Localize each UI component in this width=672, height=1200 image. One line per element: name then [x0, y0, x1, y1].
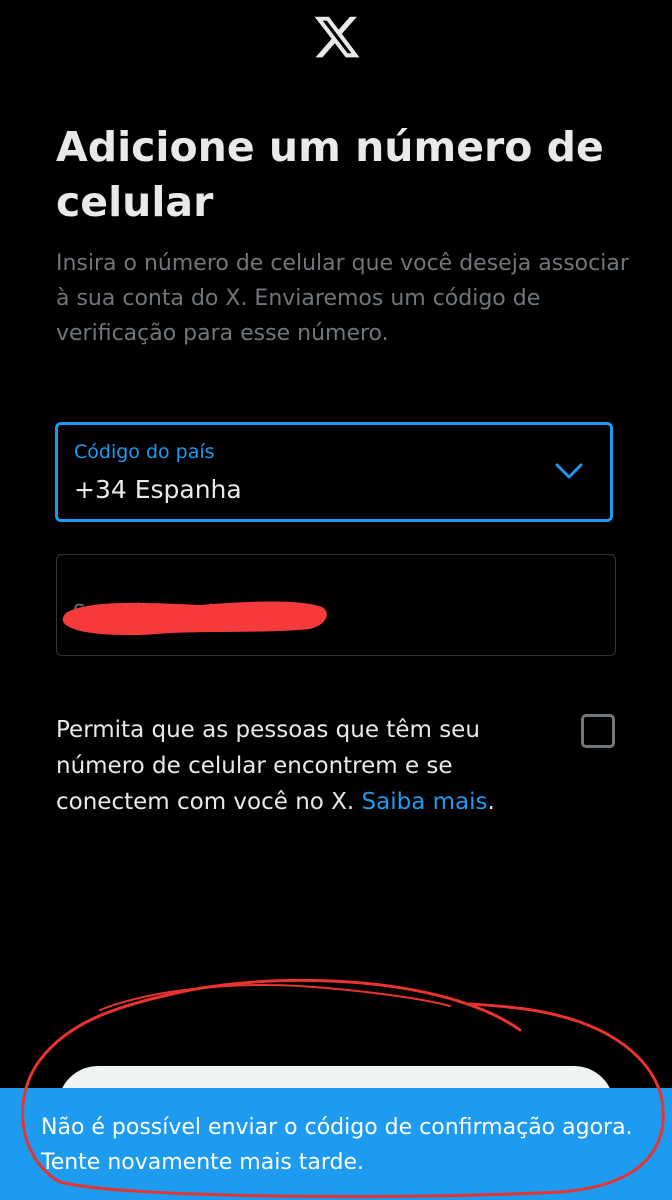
discoverability-text: Permita que as pessoas que têm seu númer… [56, 717, 495, 815]
page-title: Adicione um número de celular [56, 123, 604, 226]
learn-more-link[interactable]: Saiba mais [362, 789, 488, 815]
error-toast: Não é possível enviar o código de confir… [0, 1088, 672, 1200]
x-logo-icon [312, 12, 362, 62]
country-code-label: Código do país [74, 441, 215, 463]
page-subtitle: Insira o número de celular que você dese… [56, 251, 629, 346]
redaction-scribble [60, 593, 330, 639]
toast-message: Não é possível enviar o código de confir… [41, 1115, 633, 1175]
chevron-down-icon [554, 461, 584, 481]
country-code-value: +34 Espanha [74, 475, 242, 504]
discoverability-checkbox[interactable] [581, 714, 615, 748]
country-code-select[interactable]: Código do país +34 Espanha [55, 422, 613, 522]
phone-number-field [56, 554, 616, 656]
